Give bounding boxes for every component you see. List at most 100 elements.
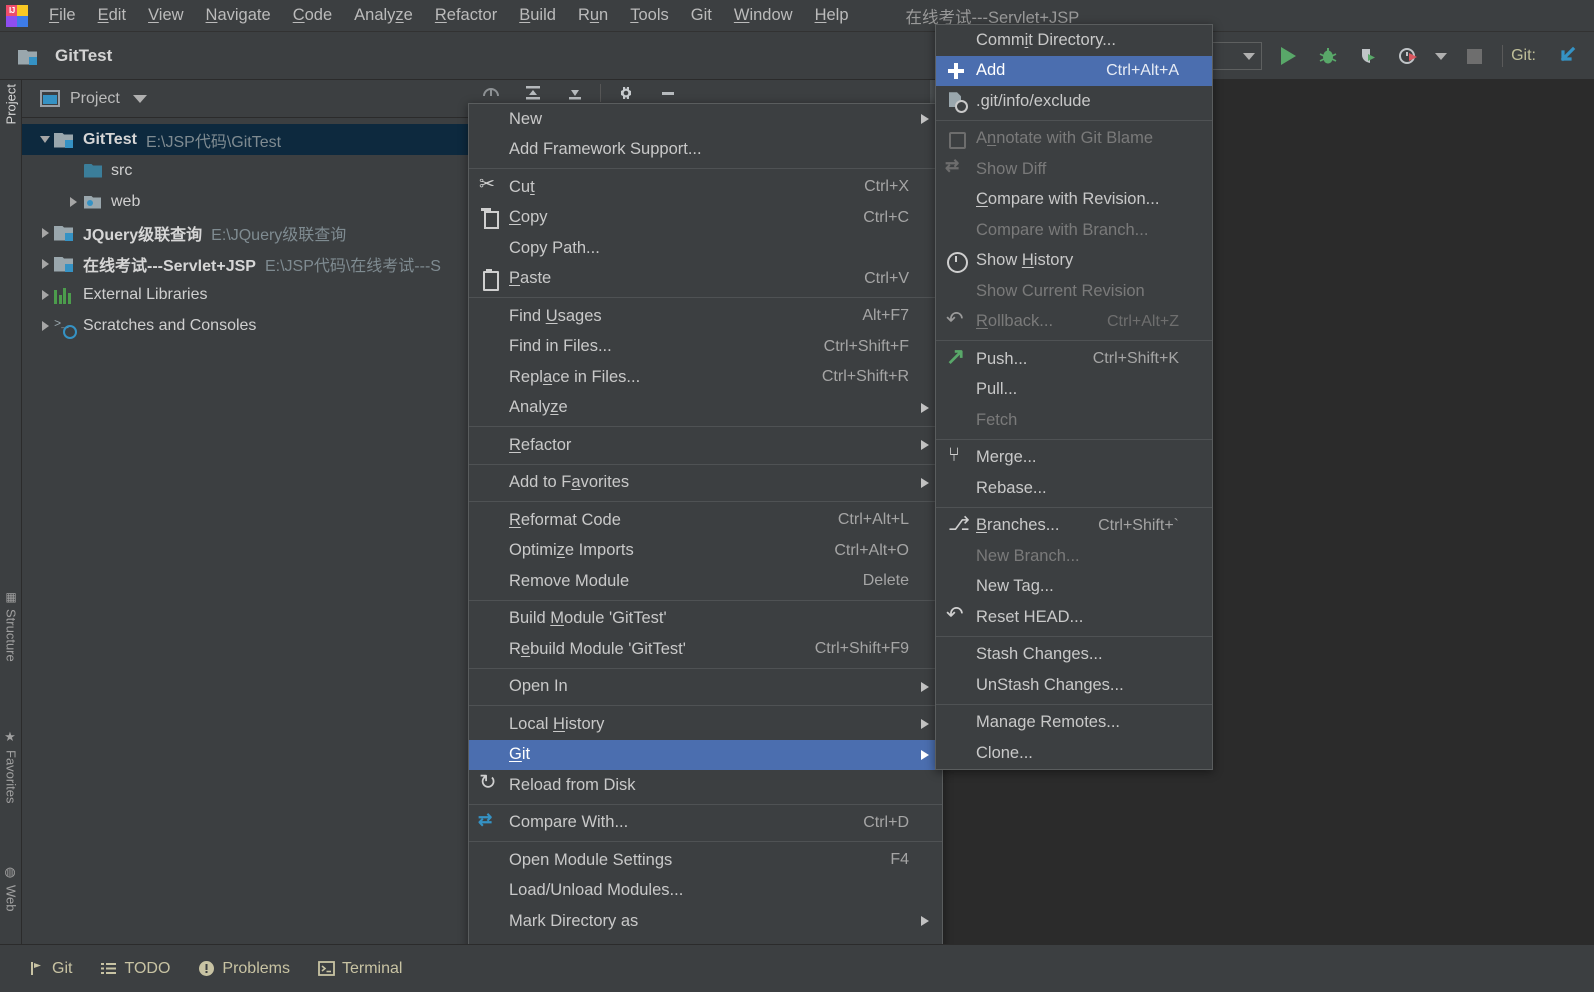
- menu-item-reformat-code[interactable]: Reformat Code Ctrl+Alt+L: [469, 505, 942, 536]
- run-with-coverage-button[interactable]: [1348, 36, 1388, 76]
- chevron-right-icon[interactable]: [36, 227, 54, 238]
- menu-analyze[interactable]: Analyze: [343, 3, 424, 28]
- menu-item-find-in-files[interactable]: Find in Files... Ctrl+Shift+F: [469, 332, 942, 363]
- tree-node-JQuery级联查询[interactable]: JQuery级联查询 E:\JQuery级联查询: [22, 217, 470, 248]
- menu-item-cut[interactable]: Cut Ctrl+X: [469, 172, 942, 203]
- menu-item-replace-in-files[interactable]: Replace in Files... Ctrl+Shift+R: [469, 362, 942, 393]
- menu-separator: [469, 463, 942, 465]
- menu-item-mark-directory-as[interactable]: Mark Directory as: [469, 906, 942, 937]
- menu-item-commit-directory[interactable]: Commit Directory...: [936, 25, 1212, 56]
- menu-navigate[interactable]: Navigate: [195, 3, 282, 28]
- menu-item-copy-path[interactable]: Copy Path...: [469, 233, 942, 264]
- menu-code[interactable]: Code: [282, 3, 343, 28]
- menu-view[interactable]: View: [137, 3, 194, 28]
- run-button[interactable]: [1268, 36, 1308, 76]
- chevron-right-icon[interactable]: [36, 289, 54, 300]
- menu-item-show-current-revision: Show Current Revision: [936, 276, 1212, 307]
- menu-item-optimize-imports[interactable]: Optimize Imports Ctrl+Alt+O: [469, 536, 942, 567]
- menu-item-paste[interactable]: Paste Ctrl+V: [469, 264, 942, 295]
- menu-item-branches[interactable]: Branches... Ctrl+Shift+`: [936, 511, 1212, 542]
- chevron-right-icon[interactable]: [64, 196, 82, 207]
- menu-help[interactable]: Help: [804, 3, 860, 28]
- tree-node-Scratches and Consoles[interactable]: Scratches and Consoles: [22, 310, 470, 341]
- menu-item-pull[interactable]: Pull...: [936, 375, 1212, 406]
- project-tree[interactable]: GitTest E:\JSP代码\GitTest src web JQuery级联查询 E…: [22, 118, 470, 341]
- sidebar-item-project[interactable]: Project: [0, 84, 22, 124]
- profiler-dropdown[interactable]: [1428, 36, 1454, 76]
- menu-item-load-unload-modules[interactable]: Load/Unload Modules...: [469, 876, 942, 907]
- menu-item-new-tag[interactable]: New Tag...: [936, 572, 1212, 603]
- project-context-menu[interactable]: New Add Framework Support... Cut Ctrl+X Copy…: [468, 103, 943, 992]
- git-submenu[interactable]: Commit Directory... Add Ctrl+Alt+A .git/inf…: [935, 24, 1213, 770]
- menu-item-manage-remotes[interactable]: Manage Remotes...: [936, 708, 1212, 739]
- menu-window[interactable]: Window: [723, 3, 804, 28]
- status-item-todo[interactable]: TODO: [100, 960, 170, 978]
- menu-item-shortcut: Ctrl+Shift+R: [821, 368, 909, 386]
- stop-button[interactable]: [1454, 36, 1494, 76]
- menu-item-label: Rebuild Module 'GitTest': [509, 639, 686, 658]
- menu-tools[interactable]: Tools: [619, 3, 680, 28]
- menu-item-label: Stash Changes...: [976, 645, 1103, 664]
- menu-git[interactable]: Git: [680, 3, 723, 28]
- menu-file[interactable]: File: [38, 3, 87, 28]
- menu-item-reset-head[interactable]: Reset HEAD...: [936, 602, 1212, 633]
- menu-item-copy[interactable]: Copy Ctrl+C: [469, 203, 942, 234]
- menu-item-unstash-changes[interactable]: UnStash Changes...: [936, 670, 1212, 701]
- sidebar-item-structure[interactable]: ▦ Structure: [0, 590, 22, 662]
- sidebar-item-web[interactable]: ◍ Web: [0, 865, 22, 912]
- menu-item-open-module-settings[interactable]: Open Module Settings F4: [469, 845, 942, 876]
- menu-item-push[interactable]: Push... Ctrl+Shift+K: [936, 343, 1212, 375]
- chevron-right-icon[interactable]: [36, 258, 54, 269]
- menu-item-add[interactable]: Add Ctrl+Alt+A: [936, 55, 1212, 86]
- menu-item-build-module-gittest[interactable]: Build Module 'GitTest': [469, 604, 942, 635]
- menu-item-rebase[interactable]: Rebase...: [936, 473, 1212, 504]
- menu-item-new[interactable]: New: [469, 104, 942, 135]
- status-item-problems[interactable]: Problems: [198, 960, 290, 978]
- menu-build[interactable]: Build: [508, 3, 567, 28]
- menu-item-rebuild-module-gittest[interactable]: Rebuild Module 'GitTest' Ctrl+Shift+F9: [469, 634, 942, 665]
- menu-edit[interactable]: Edit: [87, 3, 137, 28]
- menu-separator: [936, 119, 1212, 121]
- menu-item-label: Compare With...: [509, 813, 629, 832]
- menu-item-compare-with[interactable]: Compare With... Ctrl+D: [469, 808, 942, 839]
- menu-item-label: New: [509, 109, 543, 128]
- chevron-down-icon[interactable]: [36, 136, 54, 143]
- menu-item-label: Pull...: [976, 380, 1018, 399]
- menu-item-add-to-favorites[interactable]: Add to Favorites: [469, 468, 942, 499]
- tree-node-External Libraries[interactable]: External Libraries: [22, 279, 470, 310]
- menu-icon-slot: [936, 25, 976, 55]
- menu-item-analyze[interactable]: Analyze: [469, 393, 942, 424]
- tree-node-path: E:\JSP代码\在线考试---S: [264, 257, 441, 275]
- menu-item-local-history[interactable]: Local History: [469, 709, 942, 740]
- chevron-right-icon[interactable]: [36, 320, 54, 331]
- run-configuration-selector[interactable]: [1210, 42, 1263, 70]
- menu-run[interactable]: Run: [567, 3, 619, 28]
- menu-item-clone[interactable]: Clone...: [936, 738, 1212, 769]
- menu-item-stash-changes[interactable]: Stash Changes...: [936, 640, 1212, 671]
- debug-button[interactable]: [1308, 36, 1348, 76]
- menu-item-add-framework-support[interactable]: Add Framework Support...: [469, 135, 942, 166]
- scissors-icon: [469, 172, 509, 202]
- menu-item-compare-with-revision[interactable]: Compare with Revision...: [936, 185, 1212, 216]
- menu-item-merge[interactable]: Merge...: [936, 443, 1212, 474]
- menu-item-refactor[interactable]: Refactor: [469, 430, 942, 461]
- menu-item-git[interactable]: Git: [469, 739, 942, 770]
- status-item-terminal[interactable]: Terminal: [318, 960, 402, 978]
- tree-node-web[interactable]: web: [22, 186, 470, 217]
- menu-item-git-info-exclude[interactable]: .git/info/exclude: [936, 86, 1212, 117]
- menu-item-open-in[interactable]: Open In: [469, 672, 942, 703]
- menu-bar: IJ File Edit View Navigate Code Analyze …: [0, 0, 1594, 32]
- menu-refactor[interactable]: Refactor: [424, 3, 508, 28]
- sidebar-item-favorites[interactable]: ★ Favorites: [0, 730, 22, 803]
- tree-node-GitTest[interactable]: GitTest E:\JSP代码\GitTest: [22, 124, 470, 155]
- status-item-git[interactable]: Git: [28, 960, 72, 978]
- tree-node-在线考试---Servlet+JSP[interactable]: 在线考试---Servlet+JSP E:\JSP代码\在线考试---S: [22, 248, 470, 279]
- profiler-button[interactable]: [1388, 36, 1428, 76]
- menu-item-reload-from-disk[interactable]: Reload from Disk: [469, 770, 942, 801]
- menu-item-show-history[interactable]: Show History: [936, 246, 1212, 277]
- menu-item-find-usages[interactable]: Find Usages Alt+F7: [469, 301, 942, 332]
- update-project-button[interactable]: [1546, 36, 1586, 76]
- menu-item-remove-module[interactable]: Remove Module Delete: [469, 566, 942, 597]
- chevron-down-icon[interactable]: [132, 94, 147, 103]
- tree-node-src[interactable]: src: [22, 155, 470, 186]
